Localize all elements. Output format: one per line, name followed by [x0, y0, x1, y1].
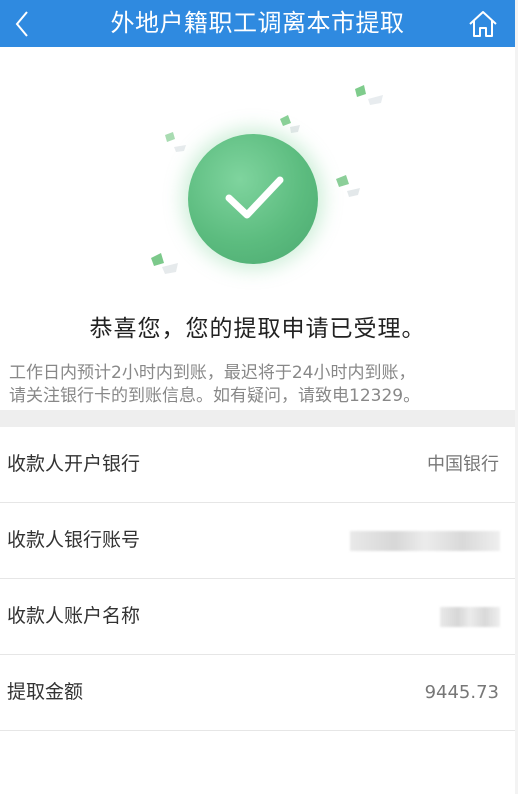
detail-row-account-name: 收款人账户名称 [0, 579, 515, 655]
masked-account-name [440, 607, 500, 627]
masked-account-number [350, 531, 500, 551]
withdrawal-details: 收款人开户银行 中国银行 收款人银行账号 收款人账户名称 提取金额 9445.7… [0, 427, 515, 731]
home-icon [469, 11, 497, 37]
notice-line: 请关注银行卡的到账信息。如有疑问，请致电12329。 [9, 386, 421, 406]
detail-label: 收款人银行账号 [7, 529, 141, 551]
chevron-left-icon [15, 11, 28, 37]
detail-row-bank: 收款人开户银行 中国银行 [0, 427, 515, 503]
detail-label: 收款人账户名称 [7, 605, 141, 627]
detail-value: 中国银行 [427, 454, 499, 475]
detail-row-amount: 提取金额 9445.73 [0, 655, 515, 731]
section-divider [0, 410, 515, 427]
detail-value: 9445.73 [424, 682, 499, 703]
notice-line: 工作日内预计2小时内到账，最迟将于24小时内到账， [9, 363, 416, 383]
header-bar: 外地户籍职工调离本市提取 [0, 0, 515, 47]
arrival-notice: 工作日内预计2小时内到账，最迟将于24小时内到账， 请关注银行卡的到账信息。如有… [9, 362, 509, 408]
detail-row-account-number: 收款人银行账号 [0, 503, 515, 579]
detail-label: 提取金额 [7, 681, 84, 703]
detail-label: 收款人开户银行 [7, 453, 141, 475]
page: 外地户籍职工调离本市提取 恭喜您，您的提取申请已受理。 工作日内预计2小时内到账… [0, 0, 518, 794]
check-circle-icon [188, 134, 318, 264]
home-button[interactable] [465, 6, 501, 42]
page-title: 外地户籍职工调离本市提取 [110, 9, 405, 37]
success-message: 恭喜您，您的提取申请已受理。 [89, 316, 426, 342]
back-button[interactable] [8, 6, 36, 42]
success-illustration [0, 47, 515, 317]
